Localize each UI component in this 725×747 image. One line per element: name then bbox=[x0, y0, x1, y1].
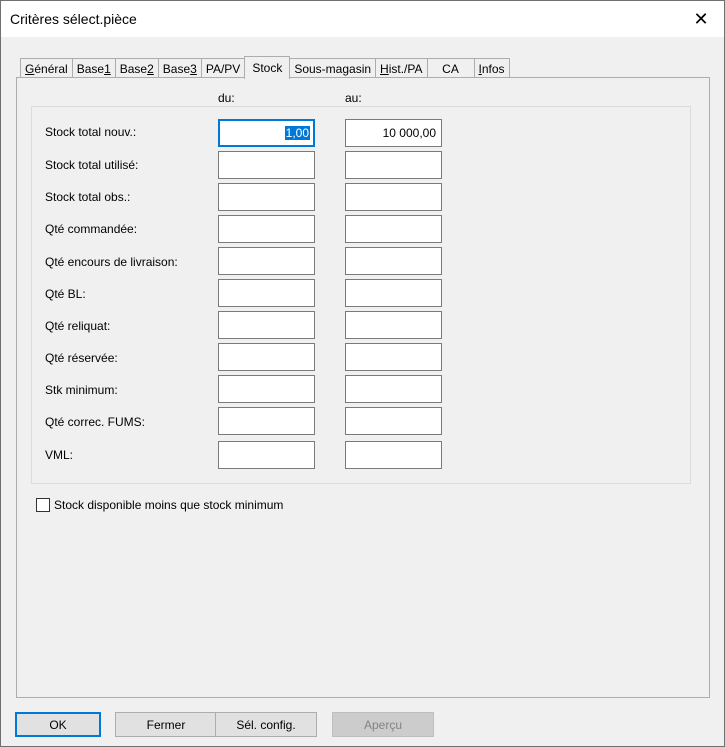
stock-dispo-checkbox[interactable] bbox=[36, 498, 50, 512]
fermer-button[interactable]: Fermer bbox=[115, 712, 217, 737]
tab-infos[interactable]: Infos bbox=[473, 58, 510, 78]
stock-total-nouv-to-input[interactable]: 10 000,00 bbox=[345, 119, 442, 147]
sel-config-button[interactable]: Sél. config. bbox=[215, 712, 317, 737]
qte-commandee-from-input[interactable] bbox=[218, 215, 315, 243]
stock-total-obs-from-input[interactable] bbox=[218, 183, 315, 211]
row-label: Qté reliquat: bbox=[45, 319, 111, 333]
tab-hist-pa[interactable]: Hist./PA bbox=[375, 58, 428, 78]
tab-strip: Général Base 1 Base 2 Base 3 PA/PV Stock… bbox=[20, 56, 510, 79]
qte-bl-to-input[interactable] bbox=[345, 279, 442, 307]
row-label: Stk minimum: bbox=[45, 383, 118, 397]
stk-minimum-from-input[interactable] bbox=[218, 375, 315, 403]
row-label: Qté réservée: bbox=[45, 351, 118, 365]
qte-encours-livraison-to-input[interactable] bbox=[345, 247, 442, 275]
stock-tab-page: du: au: Stock total nouv.: 1,00 10 000,0… bbox=[16, 77, 710, 698]
stk-minimum-to-input[interactable] bbox=[345, 375, 442, 403]
row-label: Stock total nouv.: bbox=[45, 125, 137, 139]
tab-ca[interactable]: CA bbox=[426, 58, 475, 78]
tab-base-3[interactable]: Base 3 bbox=[157, 58, 202, 78]
stock-total-obs-to-input[interactable] bbox=[345, 183, 442, 211]
row-label: Stock total utilisé: bbox=[45, 158, 139, 172]
title-bar: Critères sélect.pièce ✕ bbox=[1, 1, 724, 37]
qte-reservee-from-input[interactable] bbox=[218, 343, 315, 371]
qte-reservee-to-input[interactable] bbox=[345, 343, 442, 371]
tab-sous-magasin[interactable]: Sous-magasin bbox=[289, 58, 377, 78]
tab-general[interactable]: Général bbox=[20, 58, 73, 78]
tab-stock[interactable]: Stock bbox=[244, 56, 291, 79]
qte-bl-from-input[interactable] bbox=[218, 279, 315, 307]
qte-reliquat-from-input[interactable] bbox=[218, 311, 315, 339]
tab-pa-pv[interactable]: PA/PV bbox=[200, 58, 246, 78]
window-title: Critères sélect.pièce bbox=[10, 11, 137, 27]
row-label: VML: bbox=[45, 448, 74, 462]
apercu-button[interactable]: Aperçu bbox=[332, 712, 434, 737]
row-label: Stock total obs.: bbox=[45, 190, 131, 204]
stock-total-utilise-from-input[interactable] bbox=[218, 151, 315, 179]
dialog-window: Critères sélect.pièce ✕ Général Base 1 B… bbox=[0, 0, 725, 747]
ok-button[interactable]: OK bbox=[15, 712, 101, 737]
tab-base-1[interactable]: Base 1 bbox=[71, 58, 116, 78]
vml-to-input[interactable] bbox=[345, 441, 442, 469]
tab-base-2[interactable]: Base 2 bbox=[114, 58, 159, 78]
qte-reliquat-to-input[interactable] bbox=[345, 311, 442, 339]
close-icon[interactable]: ✕ bbox=[678, 1, 724, 37]
stock-dispo-checkbox-label: Stock disponible moins que stock minimum bbox=[54, 498, 284, 512]
stock-total-utilise-to-input[interactable] bbox=[345, 151, 442, 179]
qte-correc-fums-to-input[interactable] bbox=[345, 407, 442, 435]
stock-total-nouv-from-input[interactable]: 1,00 bbox=[218, 119, 315, 147]
row-label: Qté encours de livraison: bbox=[45, 255, 178, 269]
row-label: Qté commandée: bbox=[45, 222, 138, 236]
vml-from-input[interactable] bbox=[218, 441, 315, 469]
to-column-header: au: bbox=[345, 91, 362, 105]
row-label: Qté BL: bbox=[45, 287, 86, 301]
stock-dispo-checkbox-row[interactable]: Stock disponible moins que stock minimum bbox=[36, 498, 283, 512]
row-label: Qté correc. FUMS: bbox=[45, 415, 146, 429]
qte-encours-livraison-from-input[interactable] bbox=[218, 247, 315, 275]
from-column-header: du: bbox=[218, 91, 235, 105]
qte-correc-fums-from-input[interactable] bbox=[218, 407, 315, 435]
qte-commandee-to-input[interactable] bbox=[345, 215, 442, 243]
